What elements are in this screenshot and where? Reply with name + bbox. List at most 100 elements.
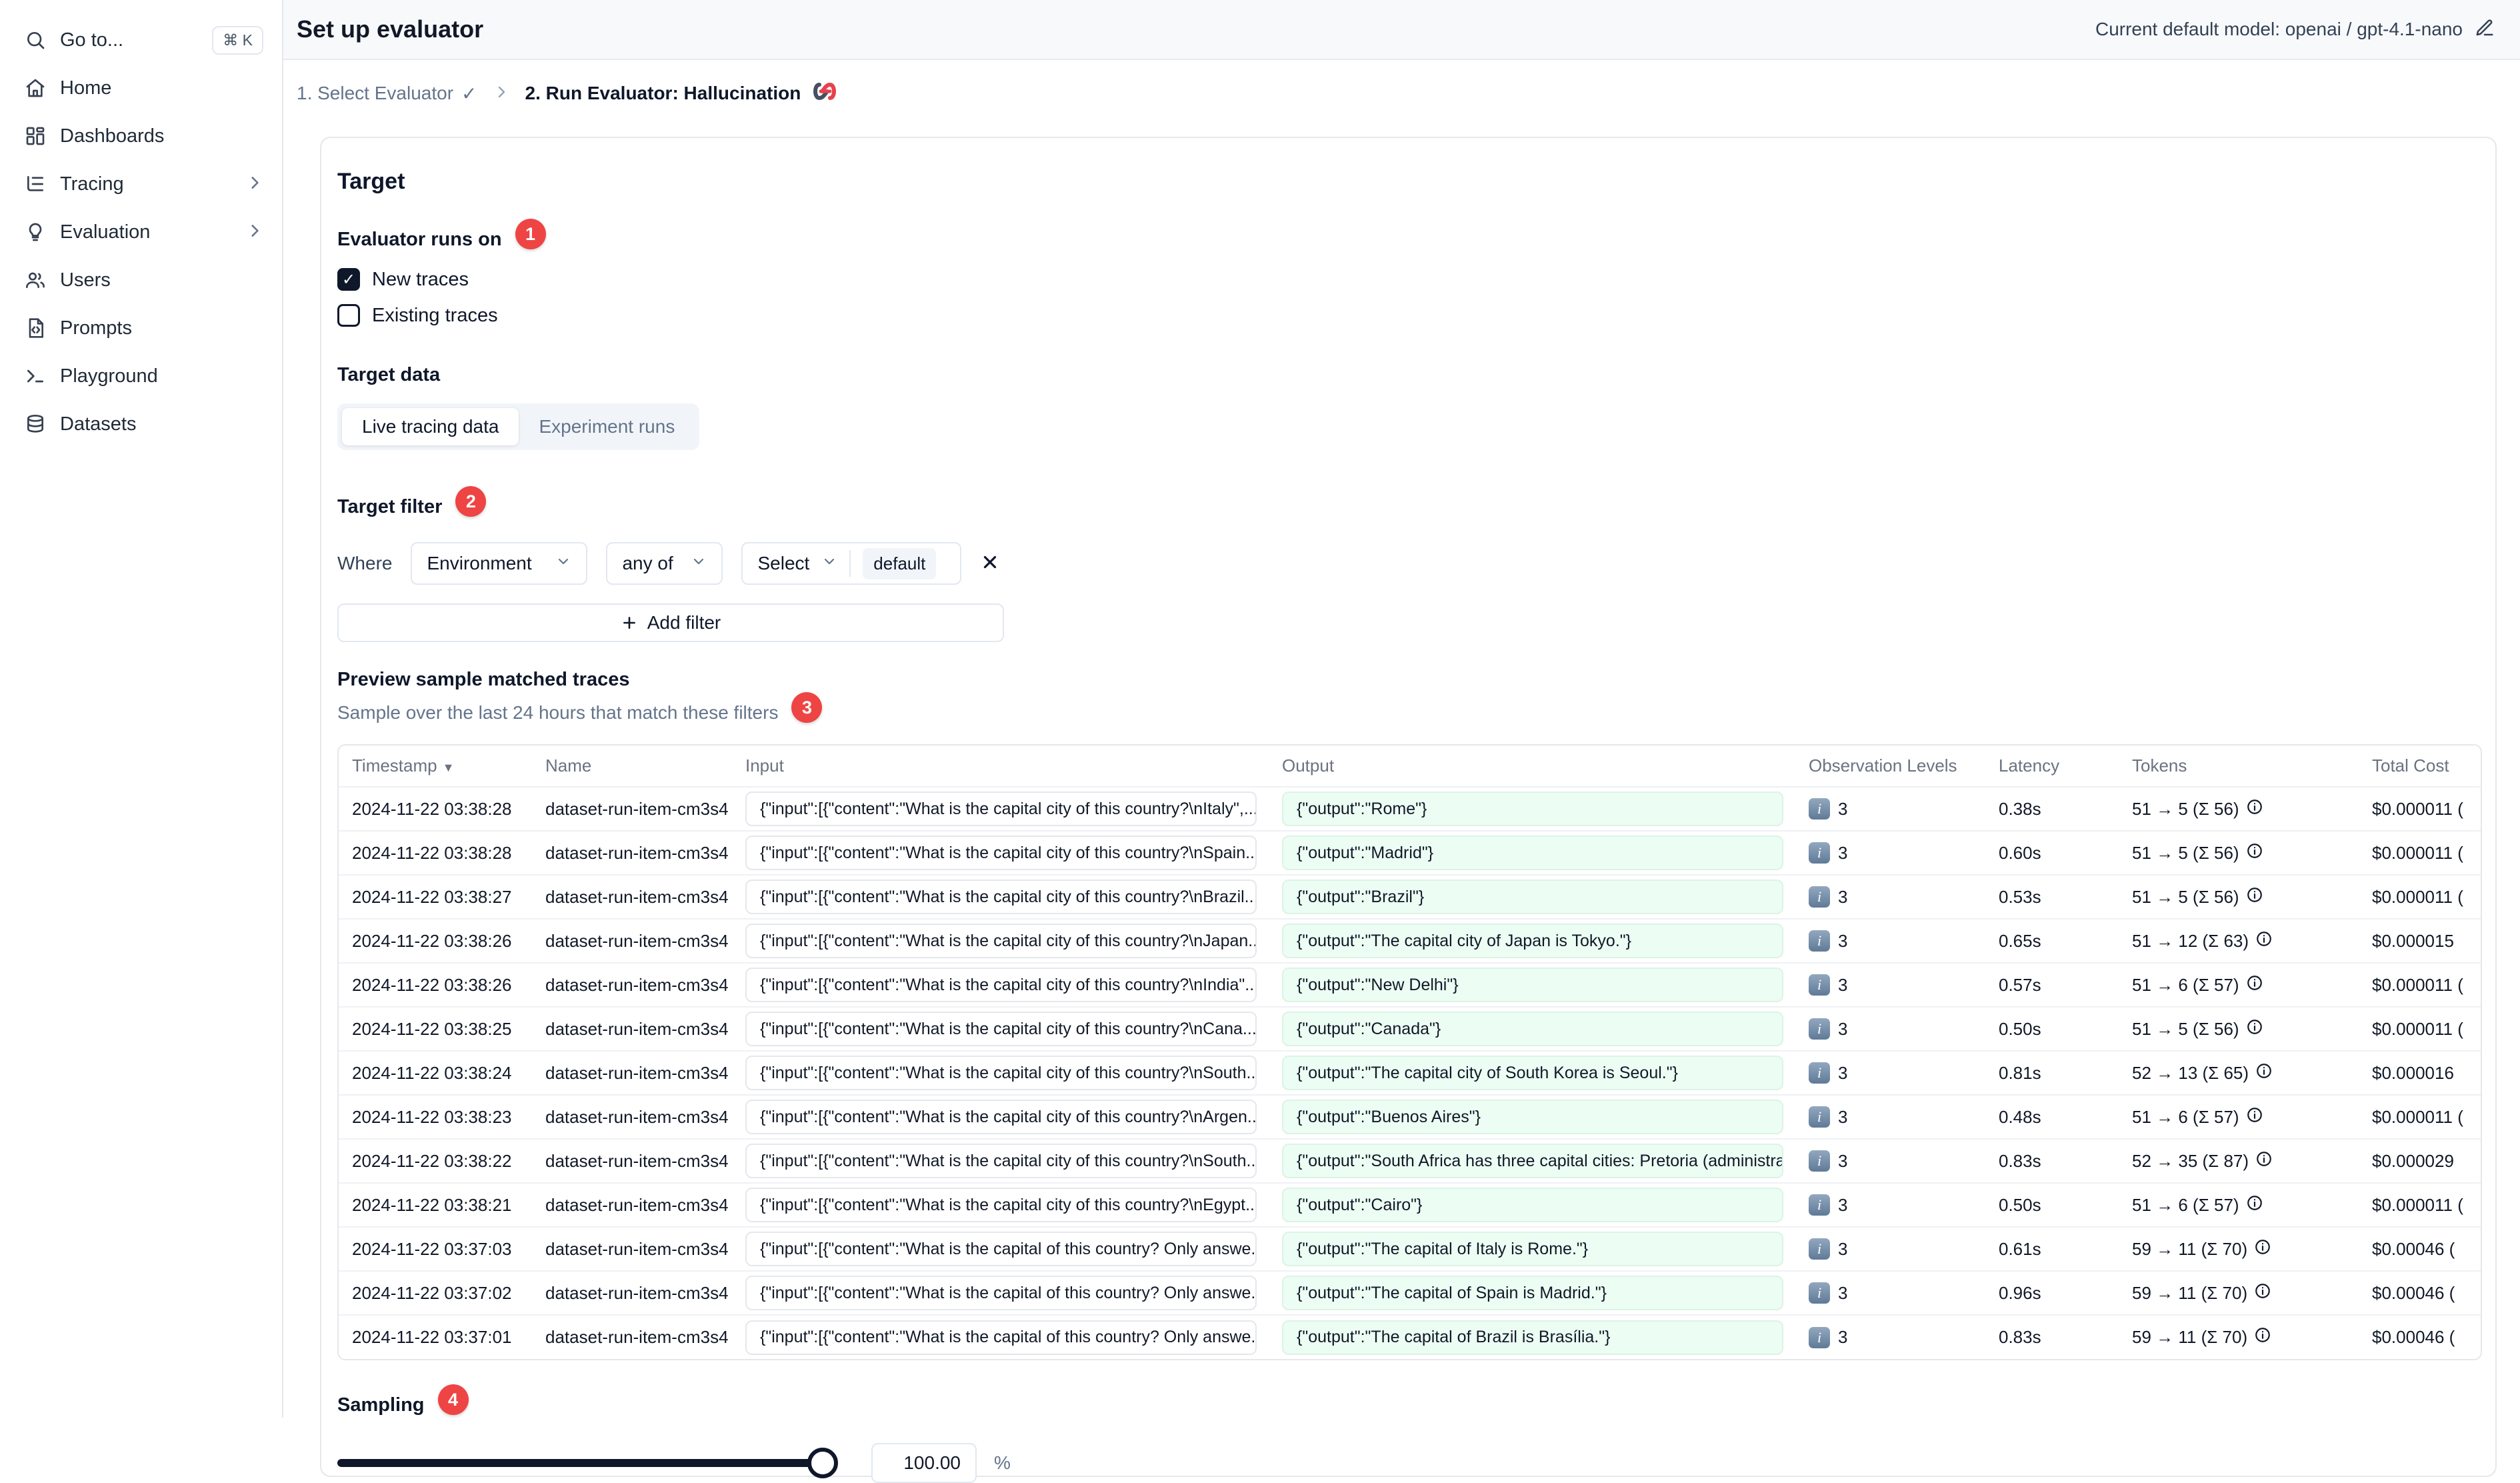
checkbox-new-traces[interactable] [337,268,360,291]
tab-live-tracing-data[interactable]: Live tracing data [342,408,519,445]
sidebar-item-prompts[interactable]: Prompts [0,304,282,352]
info-level-icon: i [1809,1282,1830,1304]
cell-latency: 0.57s [1985,962,2119,1007]
cell-tokens: 51 → 6 (Σ 57) [2119,1094,2359,1139]
cell-input: {"input":[{"content":"What is the capita… [732,786,1269,831]
cell-observation-levels: i3 [1795,1314,1985,1359]
sidebar-item-datasets[interactable]: Datasets [0,400,282,448]
table-row[interactable]: 2024-11-22 03:37:02 dataset-run-item-cm3s… [339,1270,2481,1315]
step-select-evaluator[interactable]: 1. Select Evaluator ✓ [297,83,477,105]
column-header-total-cost[interactable]: Total Cost [2359,746,2481,787]
info-circle-icon [2246,1018,2263,1040]
cell-latency: 0.83s [1985,1314,2119,1359]
column-header-output[interactable]: Output [1269,746,1795,787]
info-circle-icon [2255,930,2273,952]
sampling-value-input[interactable]: 100.00 [871,1443,977,1483]
filter-operator-select[interactable]: any of [606,542,723,585]
sidebar-item-dashboards[interactable]: Dashboards [0,112,282,160]
filter-value-select[interactable]: Select default [741,542,962,585]
sampling-slider[interactable] [337,1448,838,1478]
token-counts: 51 → 5 (Σ 56) [2132,1018,2239,1039]
cell-timestamp: 2024-11-22 03:38:22 [339,1138,532,1183]
table-row[interactable]: 2024-11-22 03:37:03 dataset-run-item-cm3s… [339,1226,2481,1271]
cell-tokens: 51 → 6 (Σ 57) [2119,962,2359,1007]
output-preview: {"output":"Canada"} [1282,1012,1783,1046]
pencil-icon[interactable] [2475,18,2495,41]
checkbox-label: Existing traces [372,304,498,326]
sidebar-item-tracing[interactable]: Tracing [0,160,282,208]
cell-latency: 0.81s [1985,1050,2119,1095]
column-header-observation-levels[interactable]: Observation Levels [1795,746,1985,787]
goto-search[interactable]: Go to... ⌘ K [0,16,282,64]
sidebar-item-label: Evaluation [60,221,151,243]
input-preview: {"input":[{"content":"What is the capita… [745,880,1257,914]
checkbox-label: New traces [372,268,469,290]
cell-latency: 0.83s [1985,1138,2119,1183]
sidebar-item-home[interactable]: Home [0,64,282,112]
cell-timestamp: 2024-11-22 03:38:28 [339,830,532,875]
remove-filter-icon[interactable] [980,552,1000,575]
cell-timestamp: 2024-11-22 03:37:01 [339,1314,532,1359]
cell-tokens: 52 → 35 (Σ 87) [2119,1138,2359,1183]
step-run-evaluator[interactable]: 2. Run Evaluator: Hallucination [525,81,840,107]
cell-timestamp: 2024-11-22 03:38:28 [339,786,532,831]
sidebar-item-users[interactable]: Users [0,256,282,304]
tab-experiment-runs[interactable]: Experiment runs [519,408,695,445]
cell-tokens: 59 → 11 (Σ 70) [2119,1314,2359,1359]
slider-thumb[interactable] [807,1448,838,1478]
cell-output: {"output":"South Africa has three capita… [1269,1138,1795,1183]
sidebar-item-evaluation[interactable]: Evaluation [0,208,282,256]
table-row[interactable]: 2024-11-22 03:38:24 dataset-run-item-cm3s… [339,1050,2481,1095]
output-preview: {"output":"South Africa has three capita… [1282,1144,1783,1178]
column-header-tokens[interactable]: Tokens [2119,746,2359,787]
cell-latency: 0.48s [1985,1094,2119,1139]
goto-label: Go to... [60,29,124,51]
sidebar-item-playground[interactable]: Playground [0,352,282,400]
cell-input: {"input":[{"content":"What is the capita… [732,1006,1269,1051]
column-header-input[interactable]: Input [732,746,1269,787]
cell-tokens: 59 → 11 (Σ 70) [2119,1270,2359,1315]
cell-tokens: 59 → 11 (Σ 70) [2119,1226,2359,1271]
info-circle-icon [2254,1326,2271,1348]
table-row[interactable]: 2024-11-22 03:38:28 dataset-run-item-cm3s… [339,830,2481,875]
filter-row: Where Environment any of Select default [337,542,2479,585]
token-counts: 51 → 5 (Σ 56) [2132,798,2239,819]
input-preview: {"input":[{"content":"What is the capita… [745,1100,1257,1134]
cell-latency: 0.60s [1985,830,2119,875]
table-row[interactable]: 2024-11-22 03:38:22 dataset-run-item-cm3s… [339,1138,2481,1183]
column-header-latency[interactable]: Latency [1985,746,2119,787]
table-row[interactable]: 2024-11-22 03:38:25 dataset-run-item-cm3s… [339,1006,2481,1051]
sidebar-item-label: Tracing [60,173,124,195]
cell-output: {"output":"Rome"} [1269,786,1795,831]
preview-title: Preview sample matched traces [337,669,630,690]
info-level-icon: i [1809,930,1830,952]
info-level-icon: i [1809,886,1830,908]
table-row[interactable]: 2024-11-22 03:38:26 dataset-run-item-cm3s… [339,918,2481,963]
chevron-right-icon [493,84,509,103]
token-counts: 59 → 11 (Σ 70) [2132,1282,2248,1303]
cell-name: dataset-run-item-cm3s4 [532,1270,732,1315]
table-row[interactable]: 2024-11-22 03:38:21 dataset-run-item-cm3s… [339,1182,2481,1227]
table-row[interactable]: 2024-11-22 03:38:28 dataset-run-item-cm3s… [339,786,2481,831]
table-row[interactable]: 2024-11-22 03:38:27 dataset-run-item-cm3s… [339,874,2481,919]
column-header-timestamp[interactable]: Timestamp ▼ [339,746,532,787]
cell-input: {"input":[{"content":"What is the capita… [732,1270,1269,1315]
add-filter-button[interactable]: Add filter [337,603,1004,642]
filter-column-select[interactable]: Environment [411,542,588,585]
input-preview: {"input":[{"content":"What is the capita… [745,1320,1257,1355]
column-header-name[interactable]: Name [532,746,732,787]
table-row[interactable]: 2024-11-22 03:38:23 dataset-run-item-cm3s… [339,1094,2481,1139]
cell-input: {"input":[{"content":"What is the capita… [732,1182,1269,1227]
table-row[interactable]: 2024-11-22 03:37:01 dataset-run-item-cm3s… [339,1314,2481,1359]
info-level-icon: i [1809,1194,1830,1216]
table-row[interactable]: 2024-11-22 03:38:26 dataset-run-item-cm3s… [339,962,2481,1007]
level-count: 3 [1838,1238,1848,1259]
level-count: 3 [1838,974,1848,995]
input-preview: {"input":[{"content":"What is the capita… [745,1188,1257,1222]
cell-total-cost: $0.000011 ( [2359,1182,2481,1227]
checkbox-existing-traces[interactable] [337,304,360,327]
info-circle-icon [2246,1106,2263,1128]
output-preview: {"output":"New Delhi"} [1282,968,1783,1002]
step-badge-3: 3 [791,692,823,723]
cell-total-cost: $0.00046 ( [2359,1270,2481,1315]
